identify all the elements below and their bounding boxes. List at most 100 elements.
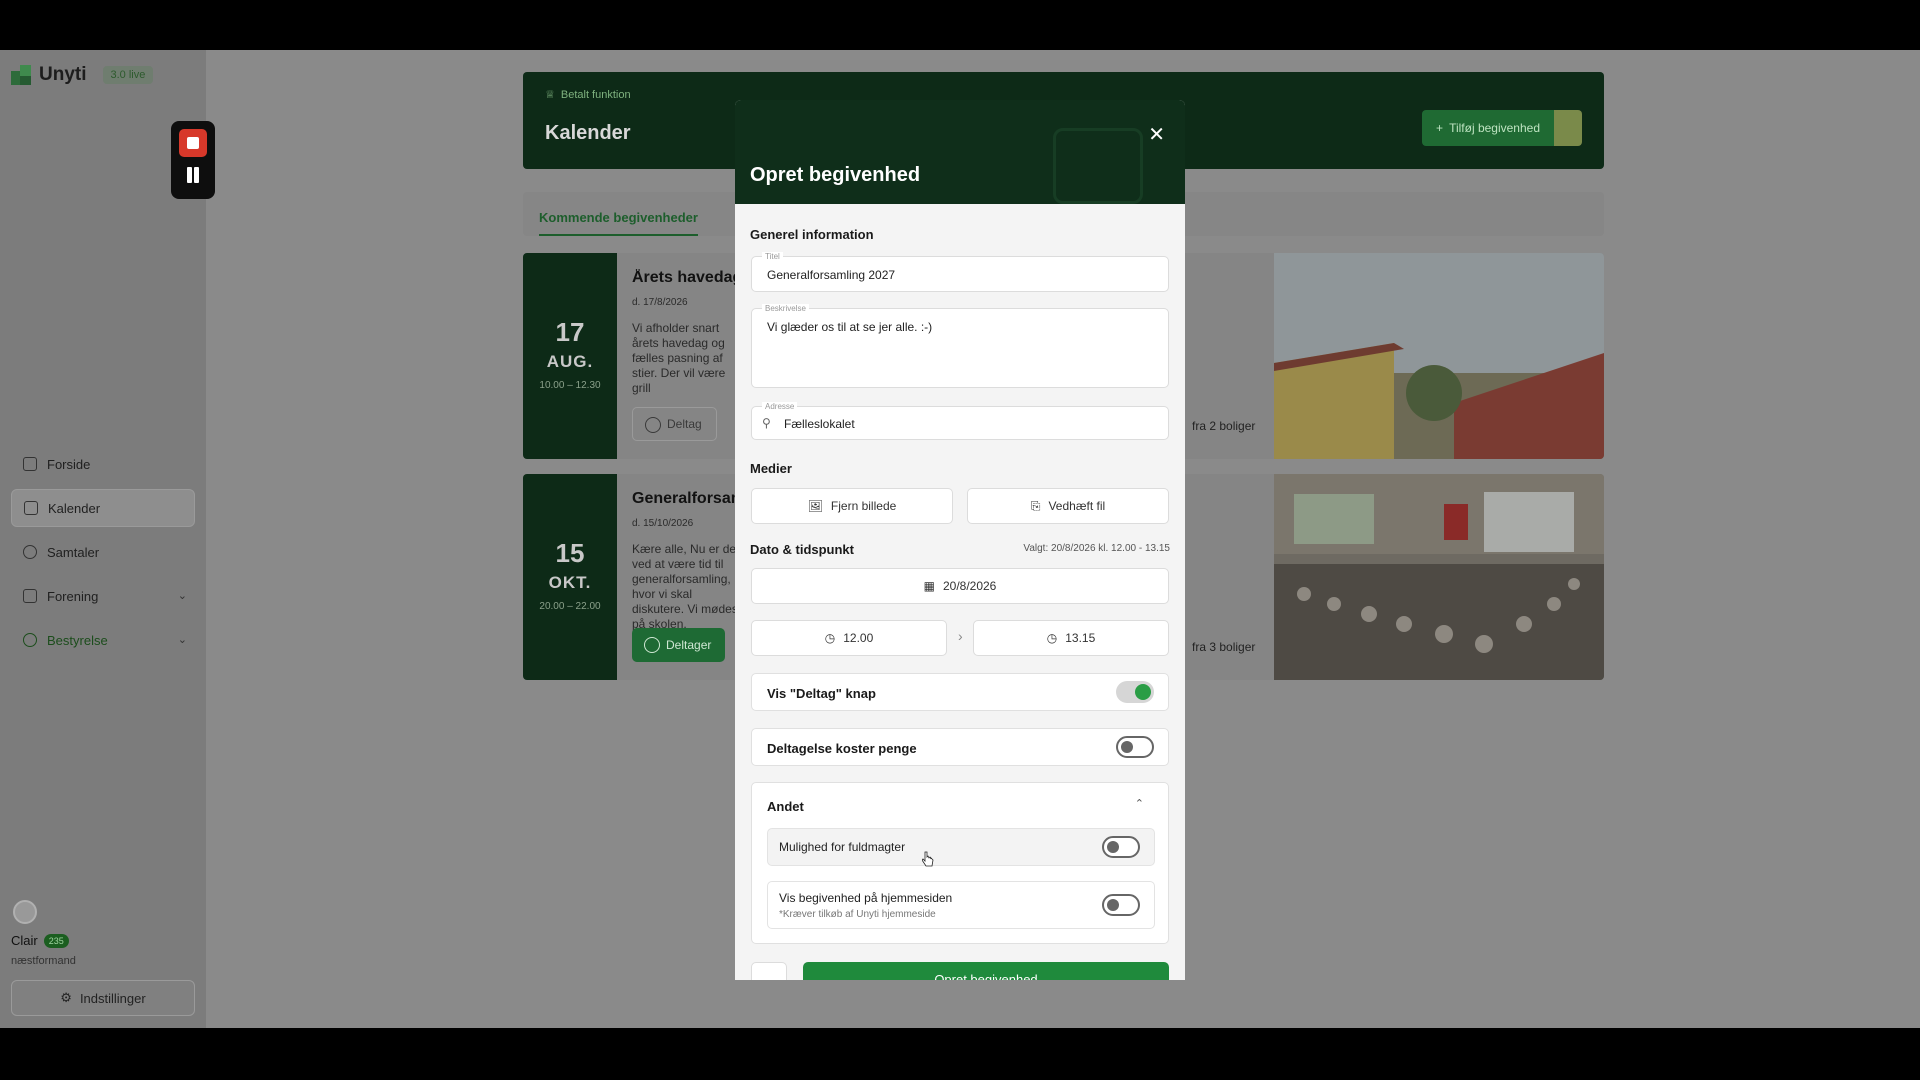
toggle-cost-label: Deltagelse koster penge: [767, 741, 917, 756]
toggle-deltag-label: Vis "Deltag" knap: [767, 686, 876, 701]
paperclip-icon: ⎘: [1030, 498, 1041, 513]
sidebar-item-samtaler[interactable]: Samtaler: [11, 533, 195, 571]
paid-feature-text: Betalt funktion: [560, 88, 631, 101]
event-homes: fra 2 boliger: [1192, 419, 1256, 433]
sidebar-item-bestyrelse[interactable]: Bestyrelse ⌄: [11, 621, 195, 659]
add-event-label: Tilføj begivenhed: [1449, 121, 1540, 135]
website-note: *Kræver tilkøb af Unyti hjemmeside: [779, 909, 936, 920]
brand[interactable]: Unyti 3.0 live: [11, 64, 154, 86]
sidebar-item-label: Forside: [47, 456, 91, 472]
sidebar-item-label: Kalender: [48, 500, 101, 516]
event-month: AUG.: [546, 352, 594, 371]
tab-upcoming-events[interactable]: Kommende begivenheder: [539, 210, 698, 236]
toggle-row-deltag: Vis "Deltag" knap: [751, 673, 1169, 711]
sidebar-item-kalender[interactable]: Kalender: [11, 489, 195, 527]
event-description: Kære alle, Nu er det ved at være tid til…: [632, 542, 740, 631]
description-field-value: Vi glæder os til at se jer alle. :-): [767, 320, 933, 334]
event-date-block: 17 AUG. 10.00 – 12.30: [523, 253, 617, 459]
other-section: Andet ⌃ Mulighed for fuldmagter Vis begi…: [751, 782, 1169, 944]
sidebar-item-forening[interactable]: Forening ⌄: [11, 577, 195, 615]
attach-file-button[interactable]: ⎘ Vedhæft fil: [967, 488, 1169, 524]
section-general: Generel information: [750, 227, 874, 242]
version-badge: 3.0 live: [102, 66, 154, 84]
section-datetime: Dato & tidspunkt: [750, 542, 854, 557]
attach-file-label: Vedhæft fil: [1048, 499, 1106, 513]
unyti-logo-icon: [11, 65, 31, 85]
app-screen: Unyti 3.0 live Forside Kalender Samtaler…: [0, 50, 1920, 1028]
website-row: Vis begivenhed på hjemmesiden *Kræver ti…: [767, 881, 1155, 929]
image-icon: 🖼: [807, 499, 823, 513]
remove-image-label: Fjern billede: [830, 499, 897, 513]
toggle-row-cost: Deltagelse koster penge: [751, 728, 1169, 766]
event-photo-meeting: [1274, 474, 1604, 680]
chosen-datetime: Valgt: 20/8/2026 kl. 12.00 - 13.15: [1023, 543, 1170, 554]
event-date: d. 15/10/2026: [632, 518, 694, 529]
modal-header: Opret begivenhed ✕: [735, 100, 1185, 204]
brand-name: Unyti: [39, 64, 87, 85]
create-event-modal: Opret begivenhed ✕ Generel information T…: [735, 100, 1185, 980]
calendar-icon: [24, 501, 38, 515]
clock-icon: ◷: [1046, 631, 1058, 645]
user-name: Clair 235: [11, 933, 69, 948]
other-section-title: Andet: [767, 799, 804, 814]
end-time-picker[interactable]: ◷ 13.15: [973, 620, 1169, 656]
sidebar-item-forside[interactable]: Forside: [11, 445, 195, 483]
event-day: 15: [555, 538, 585, 568]
title-field-value: Generalforsamling 2027: [767, 268, 896, 282]
remove-image-button[interactable]: 🖼 Fjern billede: [751, 488, 953, 524]
settings-label: Indstillinger: [79, 990, 146, 1006]
section-media: Medier: [750, 461, 792, 476]
plus-icon: +: [1436, 121, 1444, 135]
toggle-deltag-switch[interactable]: [1116, 681, 1154, 703]
event-month: OKT.: [548, 573, 592, 592]
toggle-cost-switch[interactable]: [1116, 736, 1154, 758]
calendar-decoration-icon: [1053, 128, 1143, 204]
chevron-down-icon: ⌄: [177, 590, 187, 602]
event-time: 20.00 – 22.00: [539, 601, 601, 612]
description-field[interactable]: Beskrivelse Vi glæder os til at se jer a…: [751, 304, 1169, 388]
building-icon: [23, 589, 37, 603]
event-photo-garden: [1274, 253, 1604, 459]
pause-recording-icon[interactable]: [185, 167, 201, 185]
end-time-value: 13.15: [1065, 631, 1096, 645]
join-button[interactable]: Deltag: [632, 407, 717, 441]
add-event-button[interactable]: + Tilføj begivenhed: [1422, 110, 1554, 146]
settings-button[interactable]: ⚙ Indstillinger: [11, 980, 195, 1016]
paid-feature-label: ♕ Betalt funktion: [545, 88, 631, 102]
chat-icon: [23, 545, 37, 559]
event-time: 10.00 – 12.30: [539, 380, 601, 391]
sidebar-item-label: Samtaler: [47, 544, 100, 560]
joined-button[interactable]: Deltager: [632, 628, 726, 662]
add-user-icon[interactable]: [1554, 110, 1582, 146]
sidebar-nav: Forside Kalender Samtaler Forening ⌄ Bes…: [11, 445, 195, 665]
gear-icon: ⚙: [60, 990, 72, 1005]
event-title: Generalforsamling: [632, 490, 742, 507]
close-icon[interactable]: ✕: [1148, 122, 1165, 147]
website-switch[interactable]: [1102, 894, 1140, 916]
date-picker[interactable]: ▦ 20/8/2026: [751, 568, 1169, 604]
stop-recording-icon[interactable]: [179, 129, 207, 157]
event-title: Årets havedag: [632, 269, 742, 286]
avatar[interactable]: [13, 900, 37, 924]
sidebar-item-label: Bestyrelse: [47, 632, 108, 648]
screen-recorder: [171, 121, 215, 199]
location-pin-icon: ⚲: [762, 416, 771, 430]
website-label: Vis begivenhed på hjemmesiden: [779, 891, 953, 905]
calendar-icon: ▦: [923, 579, 935, 593]
proxy-switch[interactable]: [1102, 836, 1140, 858]
event-day: 17: [555, 317, 585, 347]
address-field[interactable]: Adresse ⚲ Fælleslokalet: [751, 402, 1169, 440]
mouse-cursor-icon: [922, 851, 934, 867]
page-title: Kalender: [545, 122, 631, 144]
date-value: 20/8/2026: [942, 579, 997, 593]
document-icon: [23, 457, 37, 471]
chevron-down-icon: ⌄: [177, 634, 187, 646]
title-field[interactable]: Titel Generalforsamling 2027: [751, 252, 1169, 292]
start-time-picker[interactable]: ◷ 12.00: [751, 620, 947, 656]
back-button[interactable]: [751, 962, 787, 980]
address-field-value: Fælleslokalet: [784, 417, 855, 431]
chevron-right-icon: ›: [958, 628, 963, 644]
event-homes: fra 3 boliger: [1192, 640, 1256, 654]
chevron-up-icon[interactable]: ⌃: [1135, 797, 1144, 810]
create-event-button[interactable]: Opret begivenhed: [803, 962, 1169, 980]
